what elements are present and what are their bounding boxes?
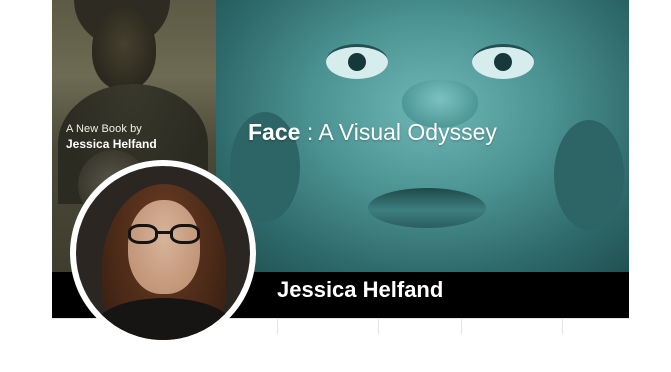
avatar[interactable] <box>76 166 250 340</box>
cover-title-bold: Face <box>248 119 301 145</box>
tab-divider <box>461 318 462 334</box>
cover-title-rest: : A Visual Odyssey <box>300 119 497 145</box>
tab-divider <box>277 318 278 334</box>
book-author: Jessica Helfand <box>66 137 157 151</box>
glasses-icon <box>128 224 204 244</box>
cover-title: Face : A Visual Odyssey <box>248 119 497 146</box>
tab-divider <box>378 318 379 334</box>
tab-divider <box>562 318 563 334</box>
profile-name[interactable]: Jessica Helfand <box>277 277 443 303</box>
book-subtitle: A New Book by <box>66 123 142 135</box>
